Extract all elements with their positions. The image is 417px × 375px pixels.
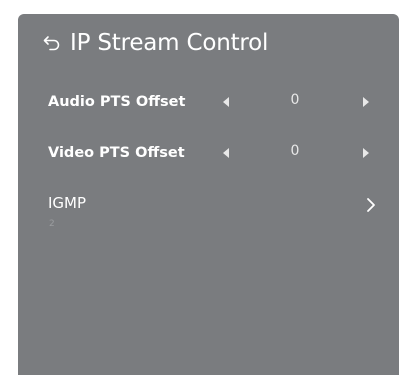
arrow-left-icon[interactable] bbox=[223, 148, 229, 158]
video-pts-offset-value: 0 bbox=[290, 143, 300, 159]
audio-pts-offset-value: 0 bbox=[290, 92, 300, 108]
arrow-right-icon[interactable] bbox=[363, 97, 369, 107]
igmp-menu-label[interactable]: IGMP bbox=[48, 194, 86, 212]
page-title: IP Stream Control bbox=[70, 30, 269, 56]
audio-pts-offset-label: Audio PTS Offset bbox=[48, 94, 186, 110]
chevron-right-icon[interactable] bbox=[365, 197, 377, 213]
back-arrow-icon[interactable] bbox=[42, 33, 62, 53]
igmp-sub-value: 2 bbox=[49, 219, 55, 229]
video-pts-offset-label: Video PTS Offset bbox=[48, 145, 185, 161]
arrow-right-icon[interactable] bbox=[363, 148, 369, 158]
ip-stream-control-panel: IP Stream Control Audio PTS Offset 0 Vid… bbox=[18, 14, 399, 375]
header: IP Stream Control bbox=[42, 26, 268, 60]
audio-pts-offset-row[interactable]: Audio PTS Offset 0 bbox=[48, 88, 378, 116]
video-pts-offset-row[interactable]: Video PTS Offset 0 bbox=[48, 139, 378, 167]
arrow-left-icon[interactable] bbox=[223, 97, 229, 107]
